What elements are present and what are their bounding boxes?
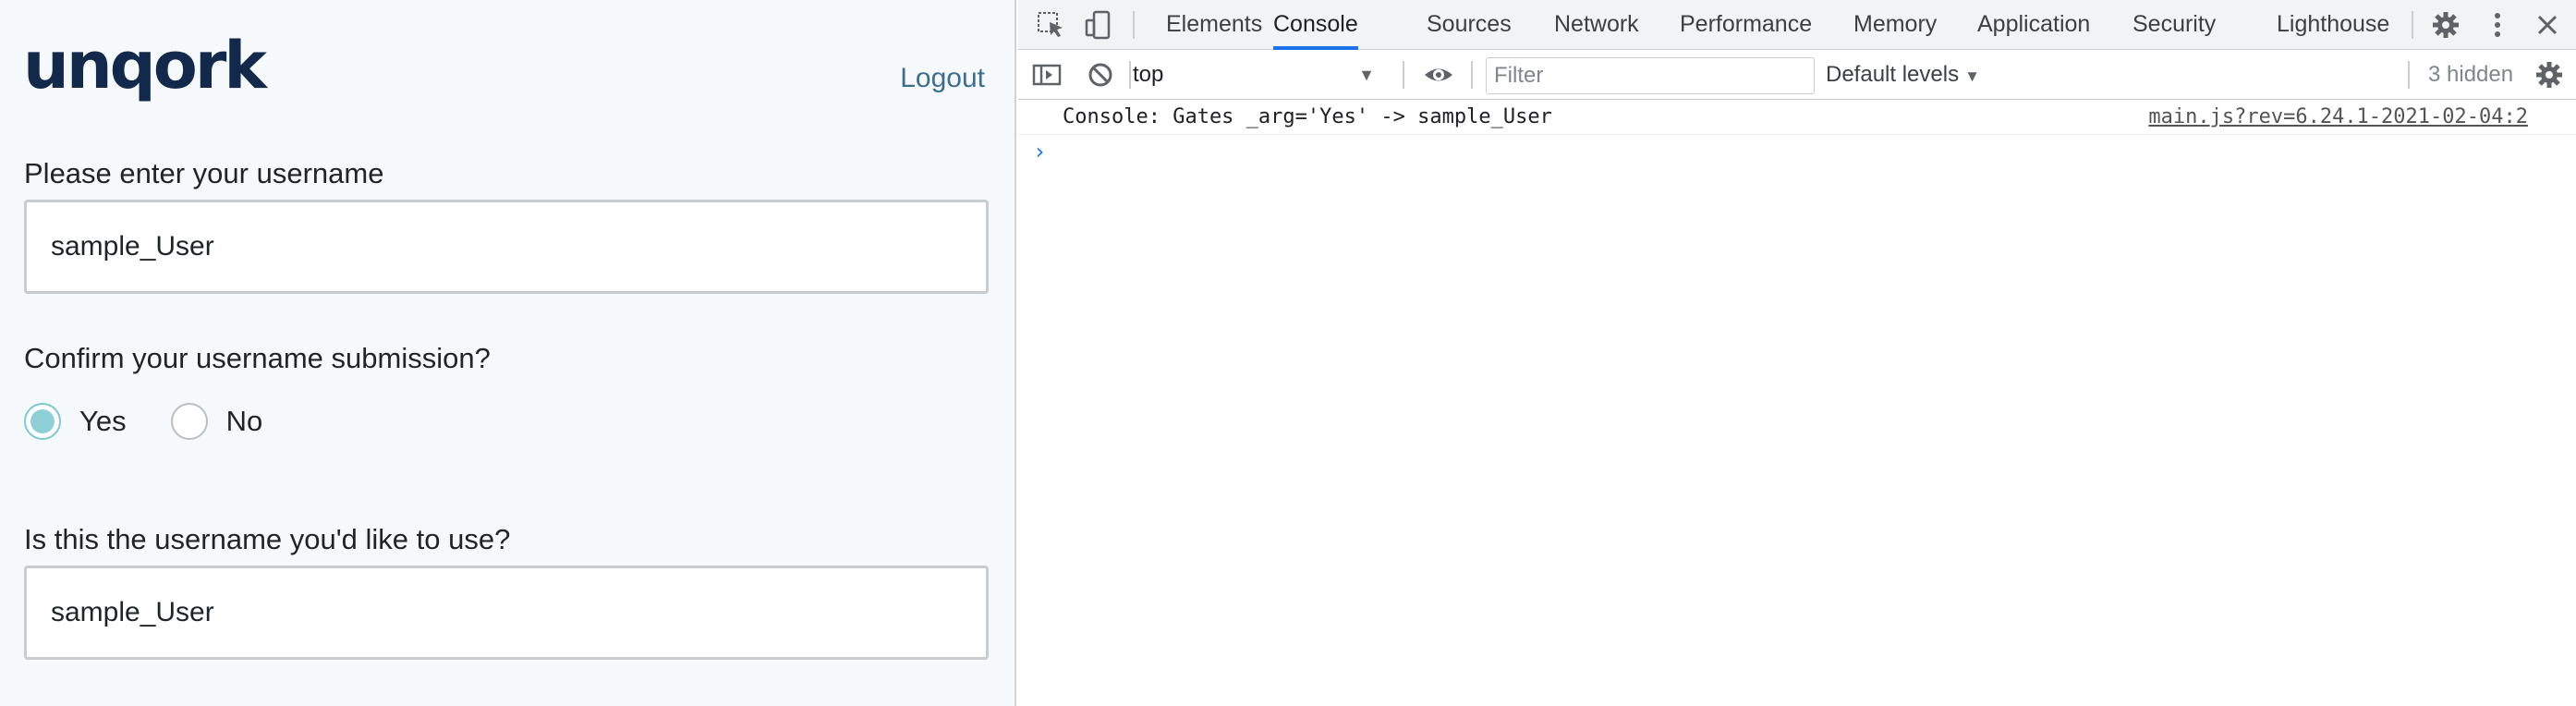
toolbar-separator	[1471, 61, 1473, 89]
tab-performance[interactable]: Performance	[1680, 0, 1812, 50]
confirm-label: Confirm your username submission?	[24, 342, 491, 374]
confirm-username-label: Is this the username you'd like to use?	[24, 523, 511, 555]
tab-application[interactable]: Application	[1977, 0, 2090, 50]
console-message-text: Console: Gates _arg='Yes' -> sample_User	[1063, 105, 1552, 128]
radio-no-label: No	[225, 405, 263, 437]
context-selector[interactable]: top ▼	[1129, 57, 1380, 92]
radio-yes-label: Yes	[79, 405, 127, 437]
dropdown-caret-icon: ▼	[1964, 67, 1980, 85]
tab-sources[interactable]: Sources	[1427, 0, 1512, 50]
device-toolbar-icon[interactable]	[1083, 9, 1114, 41]
radio-yes-circle[interactable]	[24, 403, 61, 440]
username-label: Please enter your username	[24, 157, 384, 189]
radio-yes[interactable]: Yes	[24, 403, 127, 440]
console-toolbar: top ▼ Default levels▼ 3 hidden	[1018, 50, 2576, 100]
confirm-username-input[interactable]	[24, 566, 989, 660]
tab-elements[interactable]: Elements	[1166, 0, 1262, 50]
toolbar-separator	[1403, 61, 1404, 89]
sidebar-toggle-icon[interactable]	[1031, 59, 1063, 91]
eye-icon[interactable]	[1423, 59, 1454, 91]
radio-no[interactable]: No	[170, 403, 263, 440]
tab-memory[interactable]: Memory	[1853, 0, 1937, 50]
log-levels-label: Default levels	[1826, 62, 1960, 87]
gear-icon[interactable]	[2430, 9, 2461, 41]
console-message-source-link[interactable]: main.js?rev=6.24.1-2021-02-04:2	[2148, 105, 2528, 128]
inspect-element-icon[interactable]	[1035, 9, 1066, 41]
tab-lighthouse[interactable]: Lighthouse	[2277, 0, 2389, 50]
tab-console[interactable]: Console	[1273, 0, 1358, 50]
confirm-radio-group: Yes No	[24, 399, 262, 444]
console-prompt-icon: ›	[1033, 139, 1047, 164]
tabbar-separator	[2412, 11, 2413, 39]
devtools-panel: Elements Console Sources Network Perform…	[1018, 0, 2576, 706]
console-prompt-input[interactable]	[1063, 137, 2541, 170]
tabbar-separator	[1133, 11, 1135, 39]
tab-security[interactable]: Security	[2132, 0, 2216, 50]
context-value: top	[1133, 62, 1164, 87]
app-panel: unqork Logout Please enter your username…	[0, 0, 1016, 706]
dropdown-caret-icon: ▼	[1358, 66, 1375, 84]
console-output: Console: Gates _arg='Yes' -> sample_User…	[1018, 100, 2576, 706]
tab-network[interactable]: Network	[1554, 0, 1639, 50]
toolbar-separator	[2408, 61, 2410, 89]
clear-console-icon[interactable]	[1085, 59, 1116, 91]
username-input[interactable]	[24, 200, 989, 294]
log-levels-dropdown[interactable]: Default levels ▼	[1826, 57, 1980, 92]
kebab-menu-icon[interactable]	[2482, 9, 2513, 41]
devtools-tabbar: Elements Console Sources Network Perform…	[1018, 0, 2576, 50]
radio-no-circle[interactable]	[170, 403, 208, 440]
filter-input[interactable]	[1486, 57, 1815, 94]
close-icon[interactable]	[2532, 9, 2563, 41]
unqork-logo: unqork	[23, 28, 267, 103]
hidden-messages-count: 3 hidden	[2428, 62, 2514, 87]
console-settings-gear-icon[interactable]	[2533, 59, 2565, 91]
logout-link[interactable]: Logout	[900, 63, 985, 94]
console-message: Console: Gates _arg='Yes' -> sample_User…	[1018, 100, 2576, 135]
